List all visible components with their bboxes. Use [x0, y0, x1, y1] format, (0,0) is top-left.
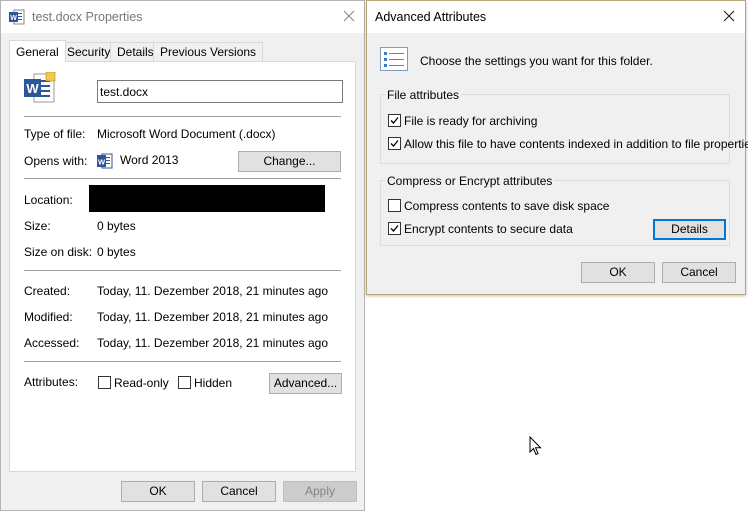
readonly-checkbox[interactable] — [98, 376, 111, 389]
advanced-title: Advanced Attributes — [375, 10, 487, 24]
file-attributes-group — [380, 94, 730, 164]
mouse-cursor-icon — [529, 435, 542, 460]
word-file-large-icon: W — [24, 71, 56, 107]
created-value: Today, 11. Dezember 2018, 21 minutes ago — [97, 284, 329, 298]
redacted-location-value — [89, 185, 325, 212]
hidden-label[interactable]: Hidden — [194, 376, 232, 390]
location-label: Location: — [24, 193, 73, 207]
advanced-ok-button[interactable]: OK — [581, 262, 655, 283]
modified-value: Today, 11. Dezember 2018, 21 minutes ago — [97, 310, 329, 324]
readonly-label[interactable]: Read-only — [114, 376, 169, 390]
separator — [24, 361, 341, 362]
compress-label[interactable]: Compress contents to save disk space — [404, 199, 609, 213]
size-on-disk-value: 0 bytes — [97, 245, 136, 259]
archive-label[interactable]: File is ready for archiving — [404, 114, 537, 128]
tab-general[interactable]: General — [9, 40, 66, 62]
svg-text:W: W — [26, 81, 39, 96]
archive-checkbox[interactable] — [388, 114, 401, 127]
ok-button[interactable]: OK — [121, 481, 195, 502]
modified-label: Modified: — [24, 310, 73, 324]
general-tab-panel: W Type of file: Microsoft Word Document … — [9, 61, 356, 472]
index-checkbox[interactable] — [388, 137, 401, 150]
accessed-value: Today, 11. Dezember 2018, 21 minutes ago — [97, 336, 329, 350]
apply-button[interactable]: Apply — [283, 481, 357, 502]
separator — [24, 178, 341, 179]
properties-title: test.docx Properties — [32, 10, 143, 24]
advanced-cancel-button[interactable]: Cancel — [662, 262, 736, 283]
accessed-label: Accessed: — [24, 336, 80, 350]
encrypt-checkbox[interactable] — [388, 222, 401, 235]
opens-with-label: Opens with: — [24, 154, 88, 168]
attributes-list-icon — [380, 47, 408, 74]
tab-security[interactable]: Security — [60, 42, 118, 62]
svg-text:W: W — [98, 158, 106, 167]
svg-text:W: W — [10, 15, 17, 22]
type-of-file-label: Type of file: — [24, 127, 86, 141]
attributes-label: Attributes: — [24, 375, 79, 389]
file-attributes-title: File attributes — [385, 88, 462, 102]
size-label: Size: — [24, 219, 51, 233]
created-label: Created: — [24, 284, 71, 298]
advanced-button[interactable]: Advanced... — [269, 373, 342, 394]
cancel-button[interactable]: Cancel — [202, 481, 276, 502]
hidden-checkbox[interactable] — [178, 376, 191, 389]
size-value: 0 bytes — [97, 219, 136, 233]
tab-previous-versions[interactable]: Previous Versions — [153, 42, 264, 62]
properties-titlebar[interactable]: W test.docx Properties — [1, 1, 364, 33]
compress-checkbox[interactable] — [388, 199, 401, 212]
change-button[interactable]: Change... — [238, 151, 341, 172]
separator — [24, 270, 341, 271]
advanced-attributes-dialog: Advanced Attributes Choose the settings … — [366, 0, 748, 295]
close-icon[interactable] — [341, 8, 357, 24]
filename-input[interactable] — [97, 80, 343, 103]
close-icon[interactable] — [721, 8, 737, 24]
separator — [24, 116, 341, 117]
compress-encrypt-title: Compress or Encrypt attributes — [385, 174, 555, 188]
details-button[interactable]: Details — [653, 219, 726, 240]
size-on-disk-label: Size on disk: — [24, 245, 93, 259]
advanced-description: Choose the settings you want for this fo… — [420, 54, 653, 68]
word-document-icon: W — [9, 9, 25, 28]
index-label[interactable]: Allow this file to have contents indexed… — [404, 137, 748, 151]
word-app-icon: W — [97, 153, 113, 172]
advanced-titlebar[interactable]: Advanced Attributes — [367, 1, 745, 33]
opens-with-value: Word 2013 — [120, 153, 179, 167]
encrypt-label[interactable]: Encrypt contents to secure data — [404, 222, 573, 236]
type-of-file-value: Microsoft Word Document (.docx) — [97, 127, 276, 141]
properties-dialog: W test.docx Properties General Security … — [0, 0, 365, 511]
